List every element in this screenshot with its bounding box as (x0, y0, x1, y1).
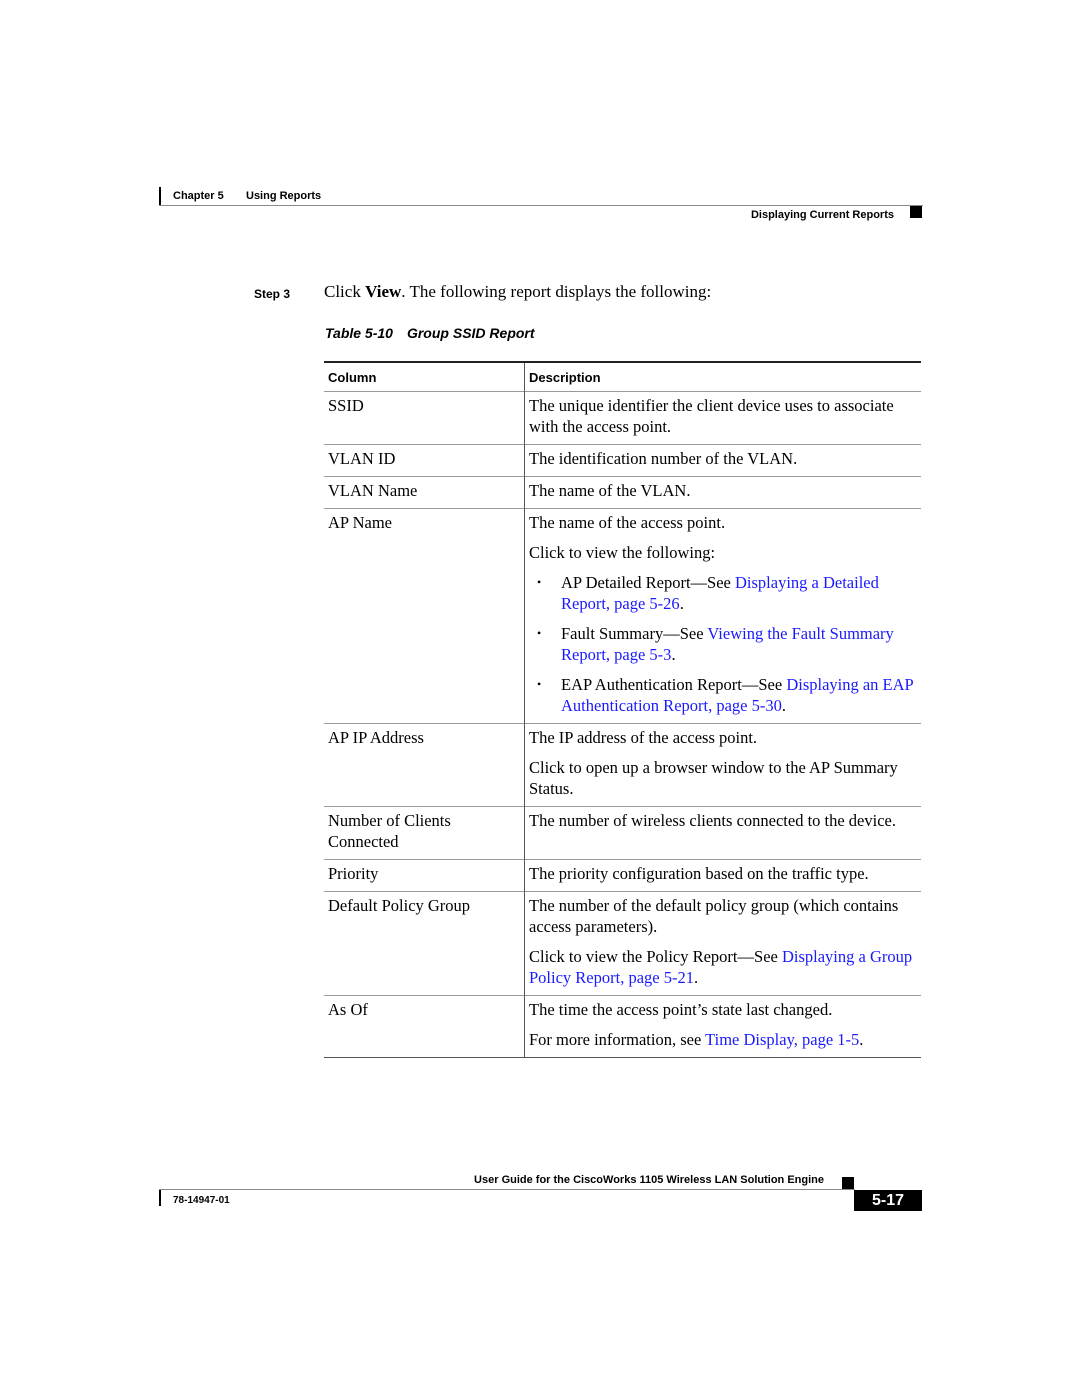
step-text: Click View. The following report display… (324, 282, 711, 302)
footer-left-bar (159, 1190, 161, 1206)
step-text-bold: View (365, 282, 402, 301)
row-description: The number of wireless clients connected… (525, 807, 922, 860)
row-description: The IP address of the access point. Clic… (525, 724, 922, 807)
description-text: The number of the default policy group (… (529, 896, 899, 936)
description-text: The priority configuration based on the … (529, 864, 869, 883)
bullet-text: EAP Authentication Report—See (561, 675, 787, 694)
link-time-display[interactable]: Time Display, page 1-5 (705, 1030, 859, 1049)
row-column-name: Priority (324, 859, 525, 892)
section-title: Displaying Current Reports (750, 209, 894, 221)
group-ssid-report-table: Column Description SSID The unique ident… (324, 361, 921, 1058)
row-column-name: AP IP Address (324, 723, 525, 807)
row-column-name: VLAN Name (324, 476, 525, 509)
footer-rule (159, 1189, 855, 1190)
table-row: AP IP Address The IP address of the acce… (324, 723, 922, 807)
table-number: Table 5-10 (325, 325, 393, 341)
table-row: SSID The unique identifier the client de… (324, 391, 922, 445)
bullet-list: • AP Detailed Report—See Displaying a Det… (529, 572, 917, 716)
row-description: The unique identifier the client device … (525, 392, 922, 445)
bullet-punct: . (781, 696, 786, 715)
description-punct: . (859, 1030, 864, 1049)
step-label: Step 3 (254, 287, 291, 301)
chapter-title: Using Reports (246, 190, 322, 202)
table-header-row: Column Description (324, 362, 921, 392)
description-text: The name of the VLAN. (529, 481, 691, 500)
row-column-name: Default Policy Group (324, 891, 525, 996)
description-lead: For more information, see (529, 1030, 706, 1049)
bullet-icon: • (537, 677, 542, 691)
guide-title: User Guide for the CiscoWorks 1105 Wirel… (474, 1174, 824, 1186)
bullet-item: • EAP Authentication Report—See Displayin… (529, 674, 917, 716)
bullet-icon: • (537, 575, 542, 589)
row-description: The identification number of the VLAN. (525, 445, 922, 477)
page-number: 5-17 (854, 1190, 922, 1211)
bullet-punct: . (679, 594, 684, 613)
step-text-pre: Click (324, 282, 366, 301)
description-text: Click to view the Policy Report—See Disp… (529, 946, 917, 988)
description-text: Click to view the following: (529, 543, 716, 562)
row-column-name: SSID (324, 391, 525, 445)
description-text: The number of wireless clients connected… (529, 811, 896, 830)
row-column-name: Number of Clients Connected (324, 806, 525, 860)
step-text-post: . The following report displays the foll… (401, 282, 712, 301)
bullet-punct: . (671, 645, 676, 664)
description-text: The identification number of the VLAN. (529, 449, 798, 468)
description-punct: . (693, 968, 699, 987)
header-rule (159, 205, 923, 206)
bullet-item: • AP Detailed Report—See Displaying a Det… (529, 572, 917, 614)
description-text: For more information, see Time Display, … (529, 1029, 917, 1050)
bullet-icon: • (537, 626, 542, 640)
table-row: VLAN ID The identification number of the… (324, 444, 922, 477)
row-description: The name of the access point. Click to v… (525, 509, 922, 724)
document-number: 78-14947-01 (173, 1195, 230, 1206)
bullet-text: Fault Summary—See (561, 624, 708, 643)
bullet-item: • Fault Summary—See Viewing the Fault Sum… (529, 623, 917, 665)
bullet-text: AP Detailed Report—See (561, 573, 735, 592)
description-text: The time the access point’s state last c… (529, 1000, 833, 1019)
table-row: Priority The priority configuration base… (324, 859, 922, 892)
row-column-name: AP Name (324, 508, 525, 724)
table-row: AP Name The name of the access point. Cl… (324, 508, 922, 724)
description-text: The unique identifier the client device … (529, 396, 894, 436)
description-text: The IP address of the access point. (529, 728, 758, 747)
row-description: The name of the VLAN. (525, 477, 922, 509)
table-title: Group SSID Report (406, 325, 535, 341)
table-row: As Of The time the access point’s state … (324, 995, 922, 1058)
header-left-bar (159, 187, 161, 205)
row-description: The time the access point’s state last c… (525, 996, 922, 1058)
table-row: Number of Clients Connected The number o… (324, 806, 922, 860)
table-row: VLAN Name The name of the VLAN. (324, 476, 922, 509)
row-column-name: VLAN ID (324, 444, 525, 477)
row-column-name: As Of (324, 995, 525, 1058)
header-description: Description (529, 370, 601, 385)
description-text: Click to open up a browser window to the… (529, 758, 898, 798)
description-text: The name of the access point. (529, 513, 726, 532)
header-block-marker (910, 206, 922, 218)
row-description: The number of the default policy group (… (525, 892, 922, 996)
table-caption: Table 5-10 Group SSID Report (325, 325, 535, 341)
row-description: The priority configuration based on the … (525, 860, 922, 892)
chapter-label: Chapter 5 (173, 190, 224, 202)
table-row: Default Policy Group The number of the d… (324, 891, 922, 996)
header-column: Column (324, 362, 525, 392)
description-lead: Click to view the Policy Report—See (529, 947, 782, 966)
